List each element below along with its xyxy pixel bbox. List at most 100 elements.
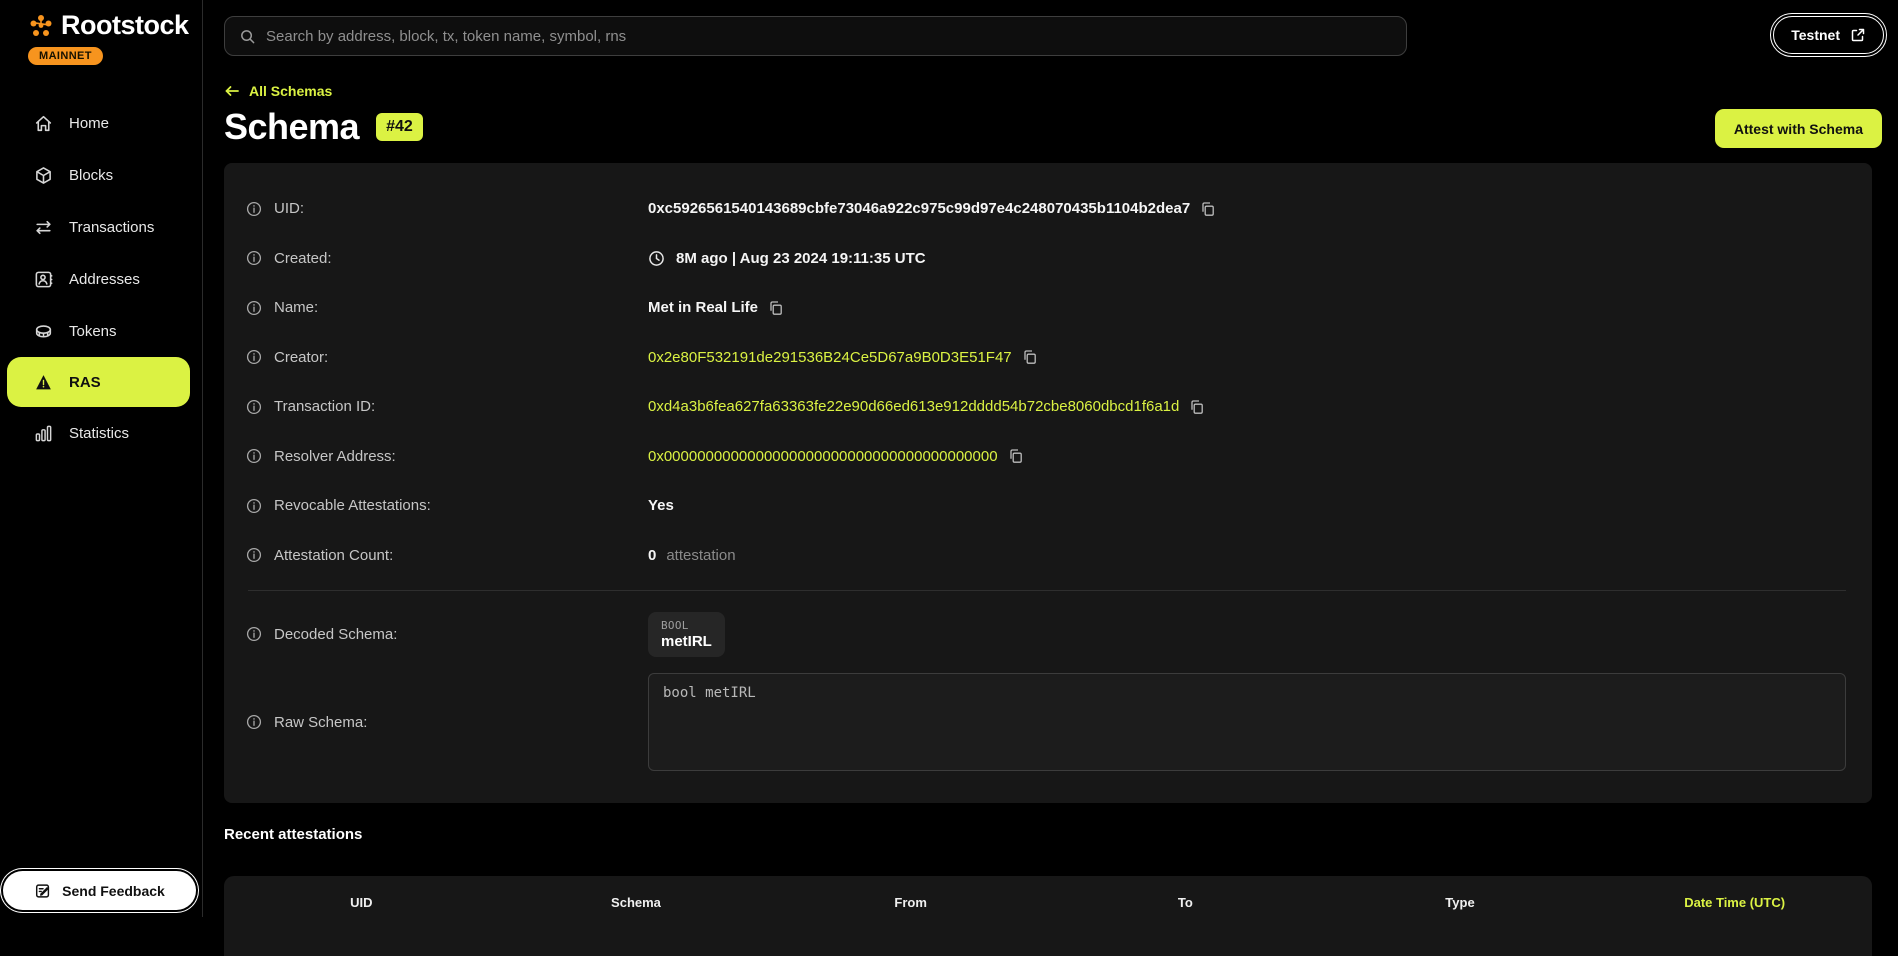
clock-icon bbox=[648, 250, 665, 267]
search-bar bbox=[224, 16, 1407, 56]
breadcrumb-all-schemas[interactable]: All Schemas bbox=[224, 83, 332, 99]
schema-field-name: metIRL bbox=[661, 633, 712, 650]
detail-label: Resolver Address: bbox=[274, 448, 396, 465]
main-content: Testnet All Schemas Schema #42 Attest wi… bbox=[203, 0, 1898, 917]
created-value: 8M ago | Aug 23 2024 19:11:35 UTC bbox=[676, 250, 926, 267]
resolver-address-link[interactable]: 0x00000000000000000000000000000000000000… bbox=[648, 448, 998, 465]
external-link-icon bbox=[1850, 27, 1866, 43]
creator-address-link[interactable]: 0x2e80F532191de291536B24Ce5D67a9B0D3E51F… bbox=[648, 349, 1012, 366]
transfer-arrows-icon bbox=[33, 217, 54, 238]
decoded-schema-chip: BOOL metIRL bbox=[648, 612, 725, 657]
cube-icon bbox=[33, 165, 54, 186]
search-input[interactable] bbox=[266, 28, 1392, 45]
sidebar-item-label: Transactions bbox=[69, 219, 154, 236]
info-icon bbox=[246, 300, 262, 316]
info-icon bbox=[246, 399, 262, 415]
detail-row-decoded-schema: Decoded Schema: BOOL metIRL bbox=[246, 601, 1848, 667]
detail-label: Raw Schema: bbox=[274, 714, 367, 731]
name-value: Met in Real Life bbox=[648, 299, 758, 316]
column-header-datetime[interactable]: Date Time (UTC) bbox=[1597, 895, 1872, 956]
revocable-value: Yes bbox=[648, 497, 674, 514]
attest-with-schema-button[interactable]: Attest with Schema bbox=[1715, 109, 1882, 148]
uid-value: 0xc5926561540143689cbfe73046a922c975c99d… bbox=[648, 200, 1190, 217]
column-header-type[interactable]: Type bbox=[1323, 895, 1598, 956]
breadcrumb-label: All Schemas bbox=[249, 83, 332, 99]
schema-detail-card: UID: 0xc5926561540143689cbfe73046a922c97… bbox=[224, 163, 1872, 803]
sidebar-nav: Home Blocks Transactions bbox=[0, 97, 202, 459]
rootstock-flower-icon bbox=[28, 13, 54, 39]
column-header-uid[interactable]: UID bbox=[224, 895, 499, 956]
sidebar-item-label: Addresses bbox=[69, 271, 140, 288]
sidebar-item-home[interactable]: Home bbox=[0, 97, 202, 149]
bar-chart-icon bbox=[33, 423, 54, 444]
sidebar-item-label: RAS bbox=[69, 374, 101, 391]
sidebar-item-transactions[interactable]: Transactions bbox=[0, 201, 202, 253]
sidebar-item-addresses[interactable]: Addresses bbox=[0, 253, 202, 305]
detail-row-attestation-count: Attestation Count: 0 attestation bbox=[246, 531, 1848, 581]
attestations-table-header: UID Schema From To Type Date Time (UTC) bbox=[224, 876, 1872, 956]
send-feedback-button[interactable]: Send Feedback bbox=[3, 871, 196, 910]
coin-icon bbox=[33, 321, 54, 342]
detail-label: Created: bbox=[274, 250, 332, 267]
title-row: Schema #42 bbox=[224, 106, 423, 148]
contact-card-icon bbox=[33, 269, 54, 290]
info-icon bbox=[246, 714, 262, 730]
detail-label: UID: bbox=[274, 200, 304, 217]
column-header-to[interactable]: To bbox=[1048, 895, 1323, 956]
testnet-label: Testnet bbox=[1791, 27, 1840, 43]
column-header-from[interactable]: From bbox=[773, 895, 1048, 956]
rootstock-logo[interactable]: Rootstock bbox=[28, 10, 189, 41]
schema-field-type: BOOL bbox=[661, 619, 712, 632]
detail-row-creator: Creator: 0x2e80F532191de291536B24Ce5D67a… bbox=[246, 333, 1848, 383]
detail-row-revocable: Revocable Attestations: Yes bbox=[246, 481, 1848, 531]
detail-row-transaction-id: Transaction ID: 0xd4a3b6fea627fa63363fe2… bbox=[246, 382, 1848, 432]
info-icon bbox=[246, 626, 262, 642]
column-header-schema[interactable]: Schema bbox=[499, 895, 774, 956]
info-icon bbox=[246, 498, 262, 514]
info-icon bbox=[246, 547, 262, 563]
attestation-triangle-icon bbox=[33, 372, 54, 393]
detail-row-raw-schema: Raw Schema: bool metIRL bbox=[246, 673, 1848, 771]
search-icon bbox=[239, 28, 256, 45]
info-icon bbox=[246, 349, 262, 365]
send-feedback-label: Send Feedback bbox=[62, 883, 165, 899]
schema-id-badge: #42 bbox=[376, 113, 423, 141]
sidebar-item-label: Tokens bbox=[69, 323, 117, 340]
arrow-left-icon bbox=[224, 84, 240, 98]
sidebar-item-statistics[interactable]: Statistics bbox=[0, 407, 202, 459]
detail-row-resolver-address: Resolver Address: 0x00000000000000000000… bbox=[246, 432, 1848, 482]
detail-label: Transaction ID: bbox=[274, 398, 375, 415]
brand-name: Rootstock bbox=[61, 10, 189, 41]
detail-label: Revocable Attestations: bbox=[274, 497, 431, 514]
sidebar-item-blocks[interactable]: Blocks bbox=[0, 149, 202, 201]
copy-icon[interactable] bbox=[768, 300, 784, 316]
edit-document-icon bbox=[34, 882, 52, 900]
detail-label: Name: bbox=[274, 299, 318, 316]
info-icon bbox=[246, 448, 262, 464]
sidebar-item-tokens[interactable]: Tokens bbox=[0, 305, 202, 357]
copy-icon[interactable] bbox=[1022, 349, 1038, 365]
sidebar-item-label: Blocks bbox=[69, 167, 113, 184]
detail-row-name: Name: Met in Real Life bbox=[246, 283, 1848, 333]
detail-row-uid: UID: 0xc5926561540143689cbfe73046a922c97… bbox=[246, 184, 1848, 234]
testnet-button[interactable]: Testnet bbox=[1773, 16, 1884, 54]
transaction-id-link[interactable]: 0xd4a3b6fea627fa63363fe22e90d66ed613e912… bbox=[648, 398, 1179, 415]
sidebar-item-label: Statistics bbox=[69, 425, 129, 442]
info-icon bbox=[246, 201, 262, 217]
attestation-count-suffix: attestation bbox=[666, 547, 735, 564]
home-icon bbox=[33, 113, 54, 134]
copy-icon[interactable] bbox=[1200, 201, 1216, 217]
sidebar: Rootstock MAINNET Home Blocks bbox=[0, 0, 203, 917]
detail-label: Decoded Schema: bbox=[274, 626, 397, 643]
sidebar-item-ras[interactable]: RAS bbox=[7, 357, 190, 407]
detail-label: Creator: bbox=[274, 349, 328, 366]
detail-label: Attestation Count: bbox=[274, 547, 393, 564]
copy-icon[interactable] bbox=[1008, 448, 1024, 464]
recent-attestations-title: Recent attestations bbox=[224, 826, 362, 843]
attestation-count-value: 0 bbox=[648, 547, 656, 564]
raw-schema-textarea[interactable]: bool metIRL bbox=[648, 673, 1846, 771]
page-title: Schema bbox=[224, 106, 359, 148]
divider bbox=[248, 590, 1846, 591]
network-badge: MAINNET bbox=[28, 47, 103, 65]
copy-icon[interactable] bbox=[1189, 399, 1205, 415]
